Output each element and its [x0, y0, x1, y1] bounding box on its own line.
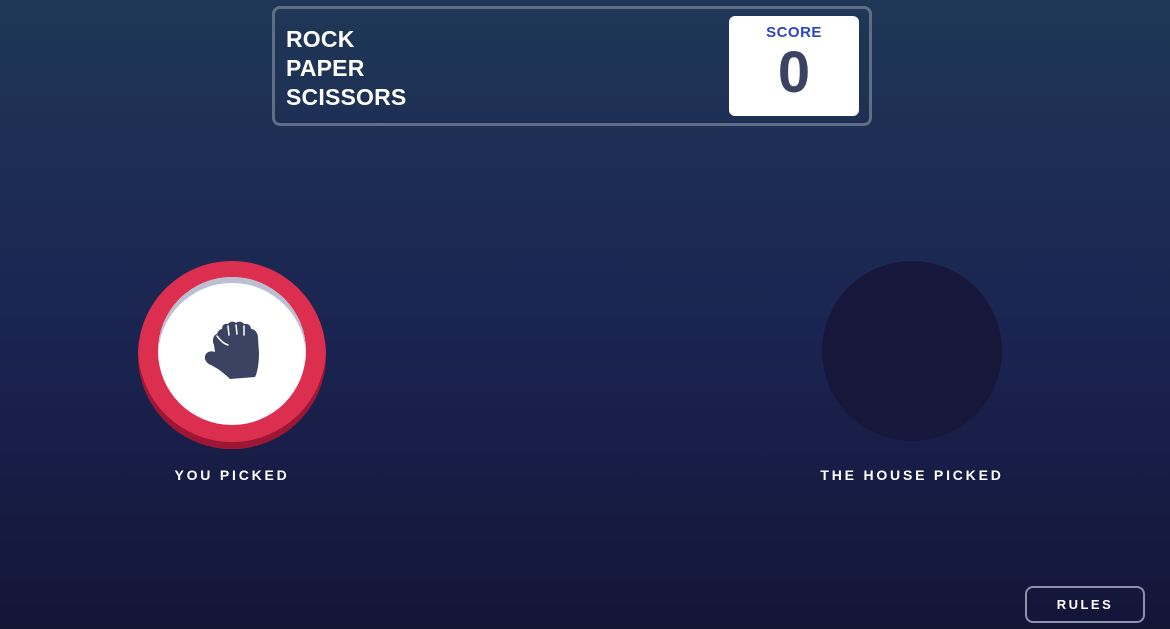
score-label: SCORE — [766, 24, 822, 41]
game-title: ROCK PAPER SCISSORS — [286, 25, 406, 112]
rules-button[interactable]: RULES — [1025, 586, 1145, 623]
you-picked-label: YOU PICKED — [174, 467, 290, 483]
title-line-paper: PAPER — [286, 55, 365, 81]
player-pick-inner — [158, 277, 306, 425]
house-picked-label: THE HOUSE PICKED — [820, 467, 1004, 483]
score-value: 0 — [777, 40, 811, 105]
score-box: SCORE 0 — [729, 16, 859, 116]
player-pick-chip-rock — [138, 261, 326, 449]
title-line-rock: ROCK — [286, 26, 355, 52]
title-line-scissors: SCISSORS — [286, 84, 407, 110]
scoreboard-header: ROCK PAPER SCISSORS SCORE 0 — [272, 6, 872, 126]
rock-icon — [204, 321, 259, 379]
house-pick-placeholder — [822, 261, 1002, 441]
